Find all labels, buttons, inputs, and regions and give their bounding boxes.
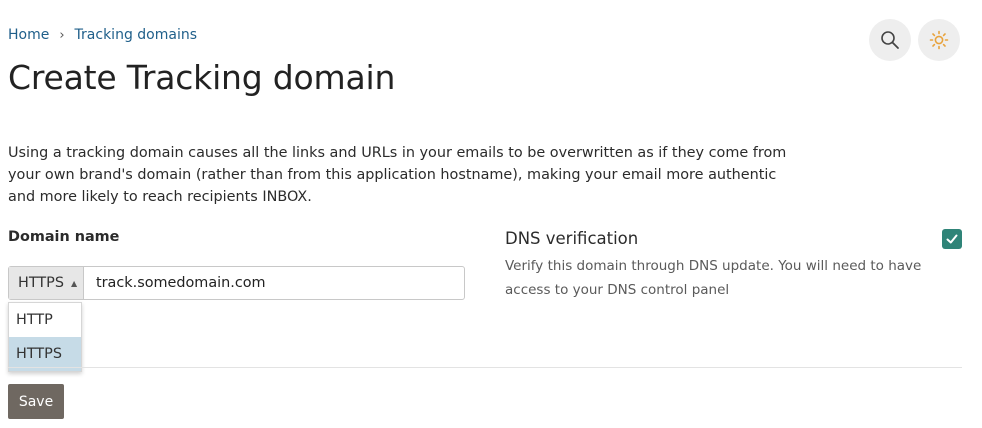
intro-text: Using a tracking domain causes all the l…: [8, 145, 787, 205]
breadcrumb-separator: ›: [59, 27, 65, 43]
protocol-select-value: HTTPS: [18, 275, 64, 291]
checkmark-icon: [946, 234, 958, 244]
search-icon: [881, 31, 899, 49]
protocol-option-http[interactable]: HTTP: [9, 303, 81, 337]
header-actions: [869, 19, 960, 61]
breadcrumb: Home › Tracking domains: [8, 27, 197, 43]
domain-input[interactable]: [84, 267, 464, 299]
domain-input-group: HTTPS ▲: [8, 266, 465, 300]
dns-verification-description: Verify this domain through DNS update. Y…: [505, 258, 922, 298]
dns-verification-checkbox[interactable]: [942, 229, 962, 249]
sun-icon: [929, 30, 949, 50]
page-title: Create Tracking domain: [8, 58, 396, 97]
theme-toggle-button[interactable]: [918, 19, 960, 61]
save-button[interactable]: Save: [8, 384, 64, 419]
breadcrumb-tracking-domains-link[interactable]: Tracking domains: [75, 27, 197, 43]
form-divider: [8, 367, 962, 368]
search-button[interactable]: [869, 19, 911, 61]
breadcrumb-home-link[interactable]: Home: [8, 27, 49, 43]
protocol-option-https[interactable]: HTTPS: [9, 337, 81, 371]
protocol-select[interactable]: HTTPS ▲: [9, 267, 84, 299]
protocol-dropdown: HTTP HTTPS: [8, 302, 82, 372]
caret-up-icon: ▲: [70, 278, 78, 288]
dns-verification-title: DNS verification: [505, 229, 639, 248]
domain-name-label: Domain name: [8, 229, 120, 245]
